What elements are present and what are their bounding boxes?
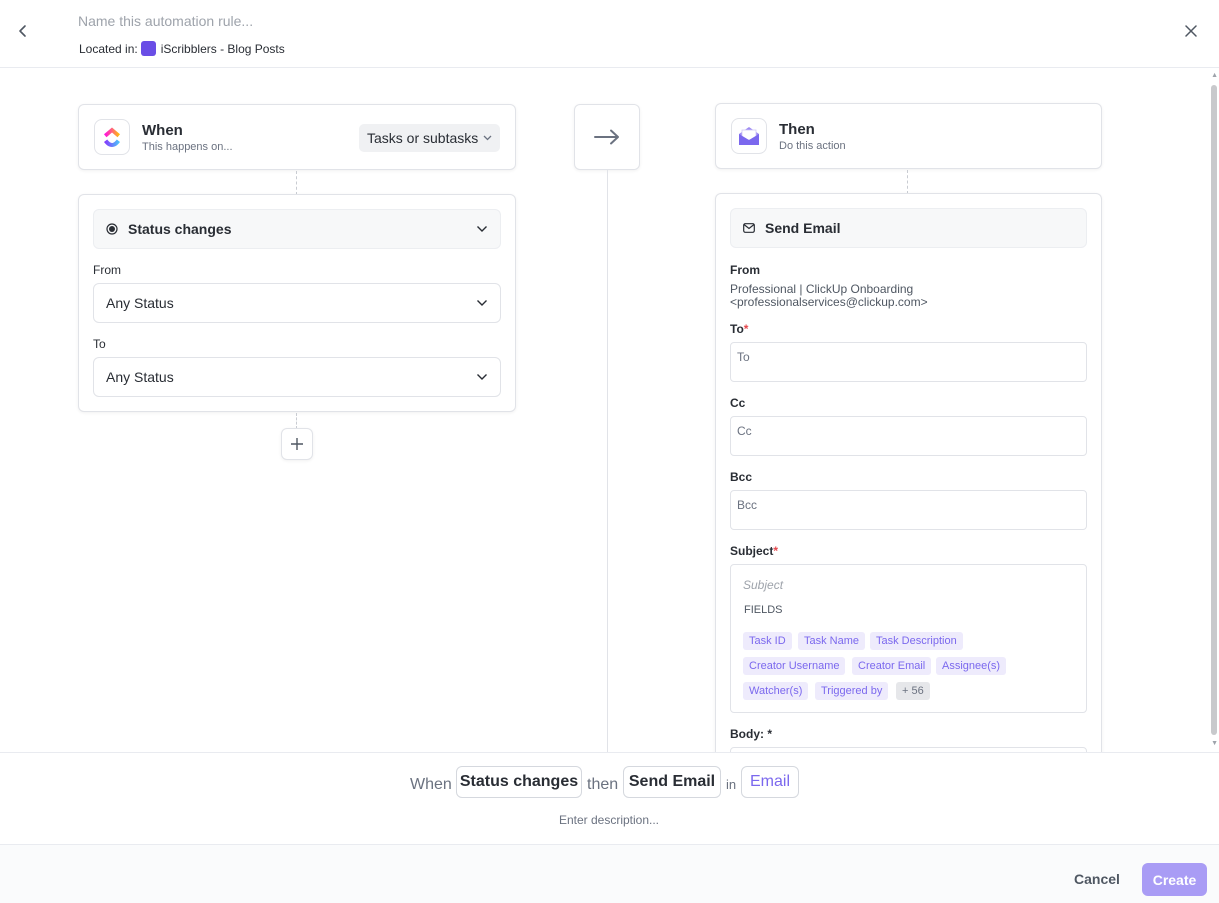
from-status-select[interactable]: Any Status (93, 283, 501, 323)
more-fields-button[interactable]: + 56 (896, 682, 930, 700)
connector-line (907, 170, 908, 194)
email-cc-label: Cc (730, 396, 746, 410)
email-bcc-placeholder: Bcc (737, 498, 758, 512)
field-tag[interactable]: Task Name (798, 632, 866, 650)
email-from-address: <professionalservices@clickup.com> (730, 295, 928, 309)
trigger-card-title: When (142, 122, 183, 139)
email-subject-label-text: Subject (730, 544, 774, 558)
action-type-label: Send Email (765, 220, 841, 236)
field-tag[interactable]: Creator Email (852, 657, 932, 675)
field-tag[interactable]: Triggered by (815, 682, 889, 700)
space-color-icon (140, 41, 156, 56)
field-tag[interactable]: Watcher(s) (743, 682, 809, 700)
chevron-down-icon (483, 135, 492, 141)
action-config-card: Send Email From Professional | ClickUp O… (715, 193, 1102, 752)
from-status-label: From (93, 263, 121, 277)
rule-summary-bar: When Status changes then Send Email in E… (0, 752, 1219, 844)
required-marker: * (743, 322, 749, 336)
trigger-type-select[interactable]: Status changes (93, 209, 501, 249)
modal-footer: Cancel Create (0, 844, 1219, 903)
envelope-open-icon (731, 118, 767, 154)
cancel-button[interactable]: Cancel (1066, 863, 1128, 895)
create-button[interactable]: Create (1142, 863, 1207, 896)
email-subject-label: Subject* (730, 544, 778, 558)
action-card-subtitle: Do this action (779, 140, 846, 152)
chevron-down-icon (477, 226, 487, 232)
summary-trigger-chip[interactable]: Status changes (456, 766, 582, 798)
field-tag[interactable]: Creator Username (743, 657, 846, 675)
fields-label: FIELDS (744, 604, 783, 616)
email-from-value: Professional | ClickUp Onboarding <profe… (730, 283, 928, 309)
trigger-type-label: Status changes (128, 221, 232, 237)
back-button[interactable] (12, 20, 34, 42)
email-to-label-text: To (730, 322, 744, 336)
subject-placeholder: Subject (743, 578, 784, 592)
to-status-value: Any Status (106, 369, 174, 385)
email-to-label: To* (730, 322, 748, 336)
to-status-label: To (93, 337, 106, 351)
close-button[interactable] (1181, 21, 1201, 41)
connector-line (296, 413, 297, 429)
chevron-down-icon (477, 374, 487, 380)
chevron-down-icon (477, 300, 487, 306)
to-status-select[interactable]: Any Status (93, 357, 501, 397)
rule-name-input[interactable] (78, 11, 578, 31)
close-icon (1185, 25, 1197, 37)
location-info: Located in: iScribblers - Blog Posts (79, 41, 285, 56)
email-cc-input[interactable]: Cc (730, 416, 1087, 456)
field-tag[interactable]: Task Description (870, 632, 963, 650)
modal-header: Located in: iScribblers - Blog Posts (0, 0, 1219, 68)
email-bcc-label: Bcc (730, 470, 753, 484)
trigger-scope-select[interactable]: Tasks or subtasks (359, 124, 500, 152)
trigger-config-card: Status changes From Any Status To Any St… (78, 194, 516, 412)
summary-in-word: in (726, 777, 737, 792)
flow-divider-line (607, 170, 608, 752)
email-body-label: Body: * (730, 727, 772, 741)
summary-then-word: then (587, 776, 619, 793)
action-header-card: Then Do this action (715, 103, 1102, 169)
scroll-down-icon[interactable]: ▼ (1211, 740, 1218, 747)
location-name[interactable]: iScribblers - Blog Posts (161, 42, 285, 56)
required-marker: * (767, 727, 773, 741)
located-label: Located in: (79, 41, 138, 56)
radio-status-icon (106, 223, 118, 235)
field-tag[interactable]: Assignee(s) (936, 657, 1007, 675)
description-input[interactable] (459, 811, 759, 829)
plus-icon (291, 438, 303, 450)
add-condition-button[interactable] (281, 428, 313, 460)
trigger-header-card: When This happens on... Tasks or subtask… (78, 104, 516, 170)
flow-arrow (574, 104, 640, 170)
scroll-up-icon[interactable]: ▲ (1211, 72, 1218, 79)
summary-when-word: When (410, 776, 452, 793)
summary-action-chip[interactable]: Send Email (623, 766, 721, 798)
scrollbar-thumb[interactable] (1211, 85, 1217, 735)
email-body-label-text: Body: (730, 727, 764, 741)
email-from-label: From (730, 263, 760, 277)
trigger-scope-value: Tasks or subtasks (367, 130, 479, 146)
arrow-right-icon (594, 129, 619, 145)
field-tag[interactable]: Task ID (743, 632, 792, 650)
connector-line (296, 171, 297, 195)
summary-category-chip[interactable]: Email (741, 766, 799, 798)
clickup-logo-icon (94, 119, 130, 155)
action-type-select[interactable]: Send Email (730, 208, 1087, 248)
required-marker: * (773, 544, 779, 558)
trigger-card-subtitle: This happens on... (142, 141, 233, 153)
email-to-input[interactable]: To (730, 342, 1087, 382)
action-card-title: Then (779, 121, 815, 138)
automation-canvas: When This happens on... Tasks or subtask… (0, 68, 1219, 752)
chevron-left-icon (19, 25, 26, 37)
email-subject-input[interactable]: Subject FIELDS Task ID Task Name Task De… (730, 564, 1087, 713)
email-to-placeholder: To (737, 350, 750, 364)
envelope-icon (743, 223, 755, 233)
email-cc-placeholder: Cc (737, 424, 752, 438)
from-status-value: Any Status (106, 295, 174, 311)
email-bcc-input[interactable]: Bcc (730, 490, 1087, 530)
